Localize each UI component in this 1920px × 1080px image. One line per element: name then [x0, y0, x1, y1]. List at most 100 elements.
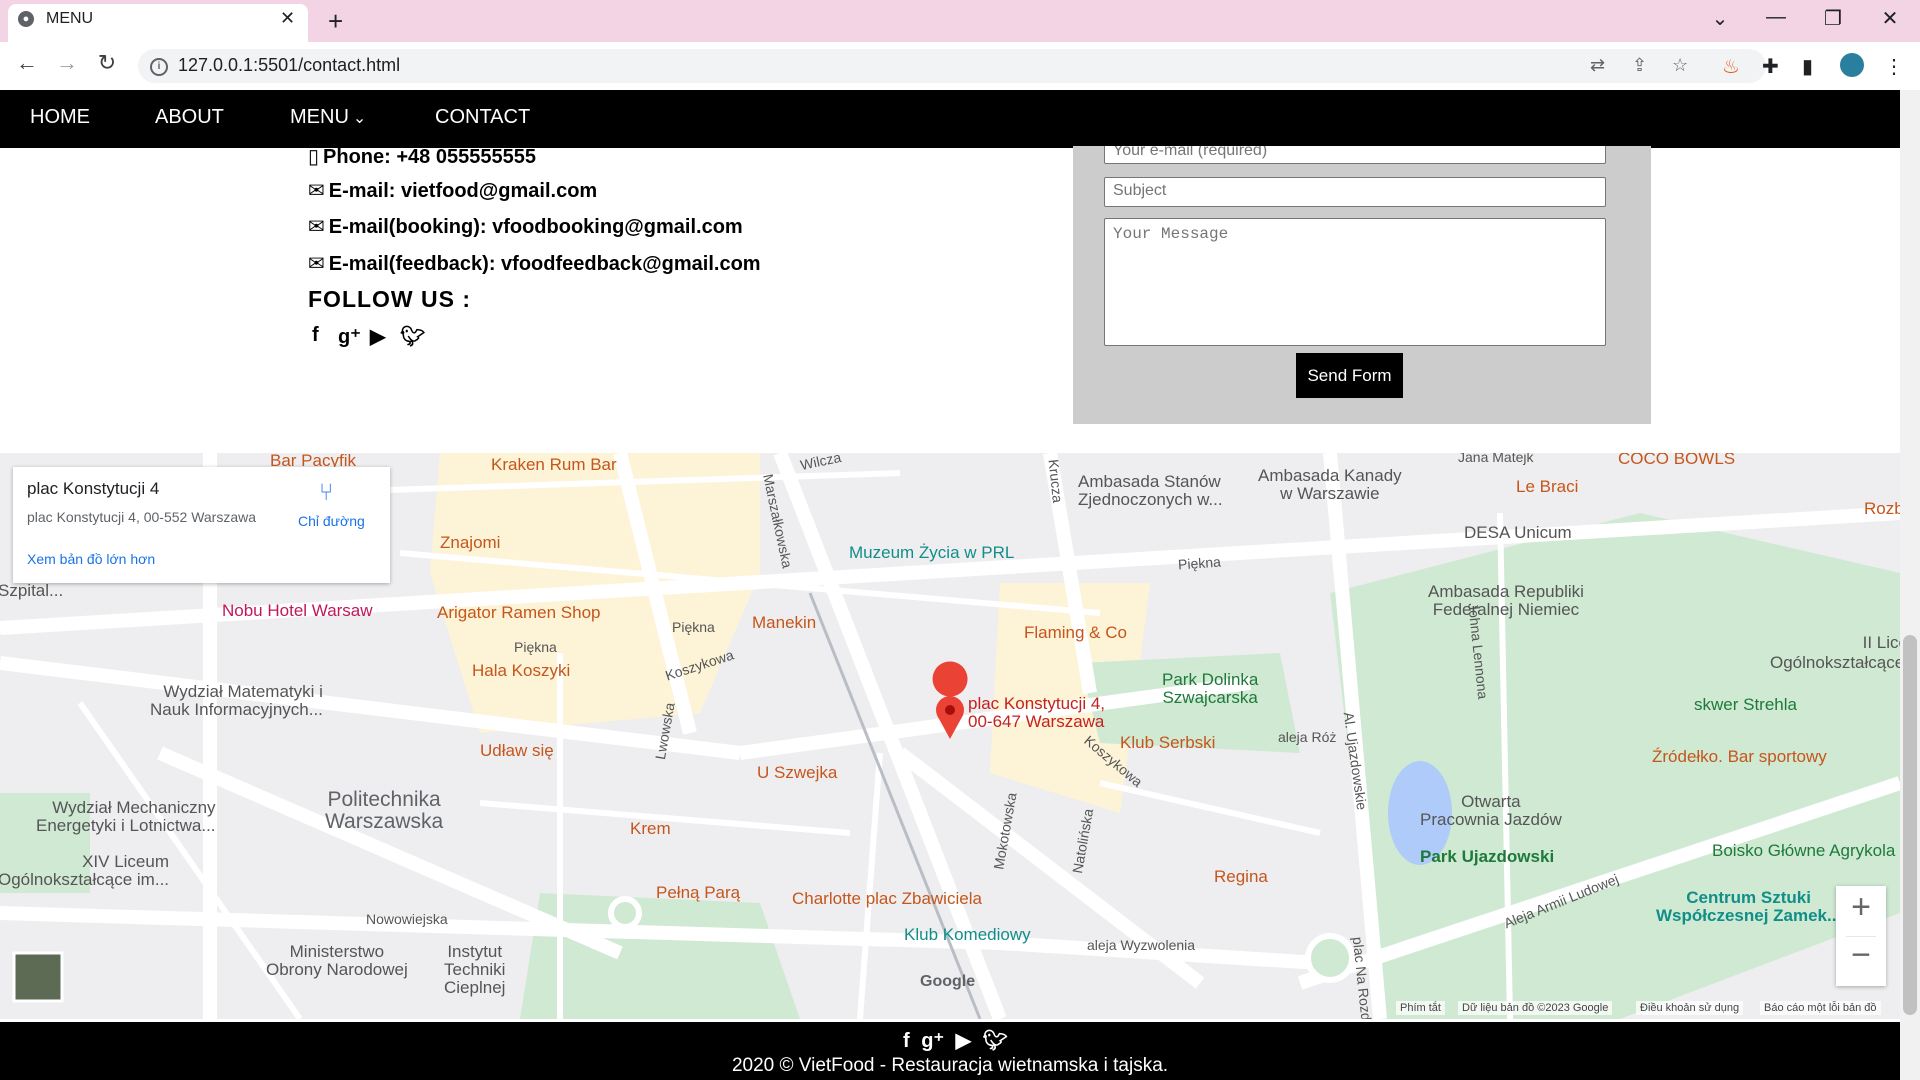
facebook-icon[interactable]: f	[312, 324, 319, 347]
map-marker-label[interactable]: plac Konstytucji 4, 00-647 Warszawa	[968, 695, 1105, 731]
map-place-liceum[interactable]: II LiceuOgólnokształcące z	[1770, 633, 1900, 673]
map-place-wydzial-mat[interactable]: Wydział Matematyki i Nauk Informacyjnych.…	[150, 683, 323, 719]
map-place-otwarta[interactable]: Otwarta Pracownia Jazdów	[1420, 793, 1562, 829]
label-line: Pracownia Jazdów	[1420, 810, 1562, 829]
nav-contact[interactable]: CONTACT	[435, 106, 530, 129]
scrollbar-thumb[interactable]	[1903, 635, 1917, 1015]
map-place-boisko[interactable]: Boisko Główne Agrykola	[1712, 841, 1895, 861]
directions-icon[interactable]: ⑂	[319, 479, 333, 507]
back-button[interactable]: ←	[12, 50, 42, 76]
message-textarea[interactable]: Your Message	[1104, 218, 1606, 346]
subject-field[interactable]: Subject	[1104, 177, 1606, 207]
map-place-centrum[interactable]: Centrum Sztuki Współczesnej Zamek...	[1656, 889, 1841, 925]
globe-icon: ●	[18, 11, 34, 27]
map-footer-report[interactable]: Báo cáo một lỗi bản đồ	[1760, 1001, 1881, 1015]
zoom-in-button[interactable]: +	[1836, 888, 1886, 927]
email-booking-line: ✉ E-mail(booking): vfoodbooking@gmail.com	[308, 214, 743, 239]
translate-icon[interactable]: ⇄	[1590, 55, 1605, 76]
nav-about[interactable]: ABOUT	[155, 106, 224, 129]
youtube-icon[interactable]: ▶	[956, 1030, 971, 1052]
map-place-politechnika[interactable]: Politechnika Warszawska	[325, 789, 443, 833]
extensions-puzzle-icon[interactable]: ✚	[1762, 54, 1779, 79]
nav-menu[interactable]: MENU ⌄	[290, 106, 366, 129]
map-street-piekna-mid: Piękna	[672, 619, 715, 635]
map-place-klub-komediowy[interactable]: Klub Komediowy	[904, 925, 1031, 945]
label-line: Ogólnokształcące z	[1770, 653, 1900, 672]
label-line: Ambasada Republiki	[1428, 582, 1584, 601]
minimize-button[interactable]: —	[1756, 6, 1796, 29]
map-place-hala-koszyki[interactable]: Hala Koszyki	[472, 661, 570, 681]
map-place-rozb[interactable]: Rozb	[1864, 499, 1900, 519]
map-place-ambasada-stanow[interactable]: Ambasada Stanów Zjednoczonych w...	[1078, 473, 1223, 509]
close-window-button[interactable]: ✕	[1870, 6, 1910, 31]
map-place-ambasada-niemiec[interactable]: Ambasada Republiki Federalnej Niemiec	[1428, 583, 1584, 619]
map-place-wydzial-mech[interactable]: Wydział Mechaniczny Energetyki i Lotnictw…	[36, 799, 216, 835]
larger-map-link[interactable]: Xem bản đồ lớn hơn	[27, 551, 155, 567]
tab-search-icon[interactable]: ⌄	[1700, 6, 1740, 31]
label-line: 00-647 Warszawa	[968, 712, 1105, 731]
twitter-icon[interactable]: 🐦︎	[400, 324, 425, 349]
map-place-ministerstwo[interactable]: Ministerstwo Obrony Narodowej	[266, 943, 408, 979]
label-line: Nauk Informacyjnych...	[150, 700, 323, 719]
map-place-ambasada-kanady[interactable]: Ambasada Kanady w Warszawie	[1258, 467, 1402, 503]
map-place-instytut[interactable]: Instytut Techniki Cieplnej	[444, 943, 505, 997]
map-place-u-szwejka[interactable]: U Szwejka	[757, 763, 837, 783]
map-place-skwer[interactable]: skwer Strehla	[1694, 695, 1797, 715]
zoom-out-button[interactable]: −	[1836, 936, 1886, 975]
bookmark-star-icon[interactable]: ☆	[1672, 55, 1688, 76]
extension-flame-icon[interactable]: ♨	[1722, 54, 1740, 79]
label-line: Federalnej Niemiec	[1432, 600, 1580, 619]
map-place-le-braci[interactable]: Le Braci	[1516, 477, 1578, 497]
map-place-kraken[interactable]: Kraken Rum Bar	[491, 455, 617, 475]
google-plus-icon[interactable]: g⁺	[338, 324, 361, 349]
map-street-piekna-west: Piękna	[514, 639, 557, 655]
envelope-icon: ✉	[308, 180, 325, 202]
label-line: w Warszawie	[1280, 484, 1380, 503]
new-tab-button[interactable]: +	[328, 6, 343, 37]
map-place-nobu[interactable]: Nobu Hotel Warsaw	[222, 601, 373, 621]
map-place-zrodelko[interactable]: Źródełko. Bar sportowy	[1652, 747, 1827, 767]
email-line: ✉ E-mail: vietfood@gmail.com	[308, 178, 597, 203]
url-text[interactable]: 127.0.0.1:5501/contact.html	[178, 55, 400, 76]
map-street-jana: Jana Matejk	[1458, 453, 1534, 465]
label-line: Ministerstwo	[289, 942, 385, 961]
side-panel-icon[interactable]: ▮	[1802, 54, 1813, 79]
map-place-manekin[interactable]: Manekin	[752, 613, 816, 633]
site-info-icon[interactable]: i	[150, 58, 168, 76]
youtube-icon[interactable]: ▶	[370, 324, 385, 349]
google-plus-icon[interactable]: g⁺	[921, 1030, 944, 1052]
browser-menu-icon[interactable]: ⋮	[1884, 54, 1904, 79]
map-place-charlotte[interactable]: Charlotte plac Zbawiciela	[792, 889, 982, 909]
directions-link[interactable]: Chỉ đường	[298, 513, 365, 529]
send-form-button[interactable]: Send Form	[1296, 353, 1403, 398]
google-logo: Google	[920, 973, 976, 990]
map-place-arigator[interactable]: Arigator Ramen Shop	[437, 603, 600, 623]
reload-button[interactable]: ↻	[92, 50, 122, 76]
profile-avatar[interactable]	[1840, 53, 1864, 77]
map-place-coco-bowls[interactable]: COCO BOWLS	[1618, 453, 1735, 469]
share-icon[interactable]: ⇪	[1632, 55, 1647, 76]
map-place-xiv-liceum[interactable]: XIV Liceum Ogólnokształcące im...	[0, 853, 169, 889]
map-place-muzeum[interactable]: Muzeum Życia w PRL	[849, 543, 1014, 563]
map-place-klub-serbski[interactable]: Klub Serbski	[1120, 733, 1215, 753]
map-place-flaming[interactable]: Flaming & Co	[1024, 623, 1127, 643]
restore-button[interactable]: ❐	[1813, 6, 1853, 31]
email-feedback-line: ✉ E-mail(feedback): vfoodfeedback@gmail.c…	[308, 251, 761, 276]
map-place-krem[interactable]: Krem	[630, 819, 671, 839]
map-place-udlaw[interactable]: Udław się	[480, 741, 554, 761]
tab-close-icon[interactable]: ✕	[280, 8, 295, 29]
facebook-icon[interactable]: f	[903, 1030, 910, 1052]
map-place-znajomi[interactable]: Znajomi	[440, 533, 500, 553]
map-place-park-ujazdowski[interactable]: Park Ujazdowski	[1420, 847, 1554, 867]
map-place-desa[interactable]: DESA Unicum	[1464, 523, 1572, 543]
map-place-pelna-para[interactable]: Pełną Parą	[656, 883, 740, 903]
map-footer-terms[interactable]: Điều khoản sử dụng	[1636, 1001, 1744, 1015]
map-place-szpital[interactable]: Szpital...	[0, 581, 63, 601]
map-place-regina[interactable]: Regina	[1214, 867, 1268, 887]
forward-button[interactable]: →	[52, 50, 82, 76]
footer-social-icons: f g⁺ ▶ 🐦︎	[903, 1028, 1008, 1053]
nav-home[interactable]: HOME	[30, 106, 90, 129]
map-place-park-dolinka[interactable]: Park Dolinka Szwajcarska	[1162, 671, 1258, 707]
twitter-icon[interactable]: 🐦︎	[983, 1030, 1008, 1052]
map-footer-shortcuts[interactable]: Phím tắt	[1396, 1001, 1445, 1015]
